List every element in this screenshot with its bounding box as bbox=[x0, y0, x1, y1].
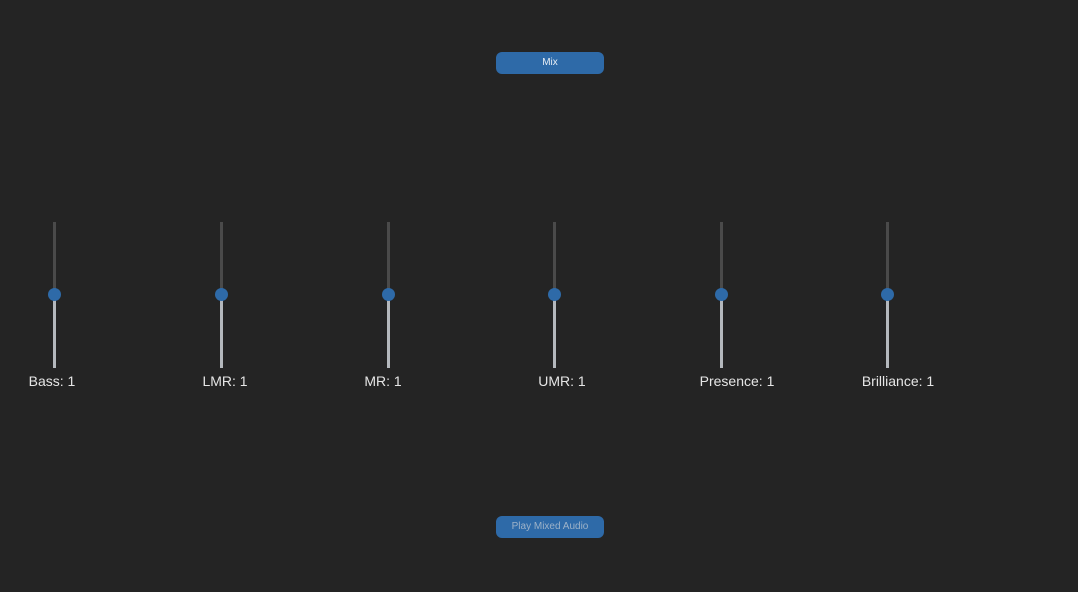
slider-label-lmr: LMR: 1 bbox=[202, 373, 248, 389]
slider-thumb[interactable] bbox=[48, 288, 61, 301]
slider-track-filled bbox=[387, 294, 390, 368]
slider-brilliance[interactable] bbox=[881, 222, 894, 368]
slider-mr[interactable] bbox=[382, 222, 395, 368]
slider-label-mr: MR: 1 bbox=[364, 373, 402, 389]
slider-bass[interactable] bbox=[48, 222, 61, 368]
play-mixed-audio-button[interactable]: Play Mixed Audio bbox=[496, 516, 604, 538]
slider-thumb[interactable] bbox=[215, 288, 228, 301]
slider-track-empty bbox=[220, 222, 223, 294]
slider-track-filled bbox=[53, 294, 56, 368]
slider-track-empty bbox=[387, 222, 390, 294]
slider-lmr[interactable] bbox=[215, 222, 228, 368]
slider-track-empty bbox=[53, 222, 56, 294]
slider-label-presence: Presence: 1 bbox=[699, 373, 775, 389]
slider-label-umr: UMR: 1 bbox=[538, 373, 586, 389]
slider-track-filled bbox=[220, 294, 223, 368]
slider-thumb[interactable] bbox=[382, 288, 395, 301]
slider-track-filled bbox=[720, 294, 723, 368]
slider-track-empty bbox=[553, 222, 556, 294]
slider-track-filled bbox=[886, 294, 889, 368]
slider-thumb[interactable] bbox=[715, 288, 728, 301]
slider-track-empty bbox=[720, 222, 723, 294]
mix-button[interactable]: Mix bbox=[496, 52, 604, 74]
equalizer-panel: Mix Bass: 1 LMR: 1 MR: 1 UMR: 1 Presence… bbox=[0, 0, 1078, 592]
slider-label-bass: Bass: 1 bbox=[28, 373, 76, 389]
slider-presence[interactable] bbox=[715, 222, 728, 368]
slider-label-brilliance: Brilliance: 1 bbox=[861, 373, 935, 389]
slider-umr[interactable] bbox=[548, 222, 561, 368]
slider-track-filled bbox=[553, 294, 556, 368]
slider-thumb[interactable] bbox=[881, 288, 894, 301]
slider-thumb[interactable] bbox=[548, 288, 561, 301]
slider-track-empty bbox=[886, 222, 889, 294]
